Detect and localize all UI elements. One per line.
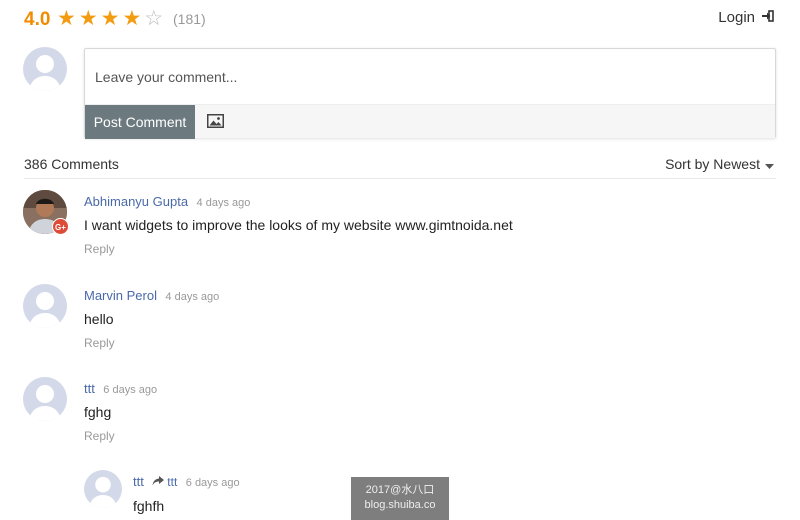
sort-dropdown[interactable]: Sort by Newest xyxy=(665,156,774,172)
comment-time[interactable]: 6 days ago xyxy=(103,384,157,396)
star-empty-icon[interactable]: ☆ xyxy=(144,7,163,31)
comment-time[interactable]: 4 days ago xyxy=(197,197,251,209)
reply-arrow-icon xyxy=(152,475,165,489)
comment-author[interactable]: Marvin Perol xyxy=(84,288,157,303)
reply-button[interactable]: Reply xyxy=(84,242,115,256)
reply-to-link[interactable]: ttt xyxy=(152,475,177,489)
login-button[interactable]: Login xyxy=(718,9,774,26)
watermark-line-2: blog.shuiba.co xyxy=(364,499,436,511)
star-rating[interactable]: ★ ★ ★ ★ ☆ xyxy=(57,7,163,31)
comment-text: fghfh xyxy=(133,498,165,514)
login-label: Login xyxy=(718,9,755,26)
rating-count: (181) xyxy=(173,11,206,27)
comment-item: ttt 6 days ago fghg Reply xyxy=(23,377,776,457)
comment-author[interactable]: ttt xyxy=(84,381,95,396)
comment-time[interactable]: 6 days ago xyxy=(186,477,240,489)
comment-item: Marvin Perol 4 days ago hello Reply xyxy=(23,284,776,364)
sort-label: Sort by Newest xyxy=(665,156,760,172)
comment-meta: ttt 6 days ago xyxy=(84,380,157,398)
sign-in-icon xyxy=(761,9,774,26)
reply-to-author: ttt xyxy=(167,475,178,489)
user-avatar xyxy=(23,47,67,91)
star-icon[interactable]: ★ xyxy=(122,7,141,31)
comment-time[interactable]: 4 days ago xyxy=(165,291,219,303)
comment-item: G+ Abhimanyu Gupta 4 days ago I want wid… xyxy=(23,190,776,270)
watermark: 2017@水八口 blog.shuiba.co xyxy=(351,477,449,520)
image-upload-icon[interactable] xyxy=(207,114,224,128)
star-icon[interactable]: ★ xyxy=(57,7,76,31)
composer-toolbar: Post Comment xyxy=(85,104,775,139)
comment-meta: ttt ttt 6 days ago xyxy=(133,473,240,491)
rating-bar: 4.0 ★ ★ ★ ★ ☆ (181) Login xyxy=(24,7,776,32)
commenter-avatar[interactable] xyxy=(84,470,122,508)
comment-text: hello xyxy=(84,311,114,327)
commenter-avatar[interactable] xyxy=(23,284,67,328)
comment-author[interactable]: Abhimanyu Gupta xyxy=(84,194,188,209)
reply-button[interactable]: Reply xyxy=(84,429,115,443)
watermark-line-1: 2017@水八口 xyxy=(365,484,435,496)
caret-down-icon xyxy=(765,156,774,172)
rating-value: 4.0 xyxy=(24,9,51,30)
comment-composer: Post Comment xyxy=(84,48,776,139)
star-icon[interactable]: ★ xyxy=(101,7,120,31)
comment-meta: Abhimanyu Gupta 4 days ago xyxy=(84,193,250,211)
comment-author[interactable]: ttt xyxy=(133,474,144,489)
commenter-avatar[interactable] xyxy=(23,377,67,421)
comments-toolbar: 386 Comments Sort by Newest xyxy=(24,155,776,179)
comment-meta: Marvin Perol 4 days ago xyxy=(84,287,219,305)
comments-count: 386 Comments xyxy=(24,156,119,172)
star-icon[interactable]: ★ xyxy=(79,7,98,31)
comment-text: I want widgets to improve the looks of m… xyxy=(84,217,513,233)
google-plus-icon: G+ xyxy=(52,218,69,235)
post-comment-button[interactable]: Post Comment xyxy=(85,105,195,139)
reply-button[interactable]: Reply xyxy=(84,336,115,350)
comment-text: fghg xyxy=(84,404,112,420)
comment-input[interactable] xyxy=(85,49,775,104)
